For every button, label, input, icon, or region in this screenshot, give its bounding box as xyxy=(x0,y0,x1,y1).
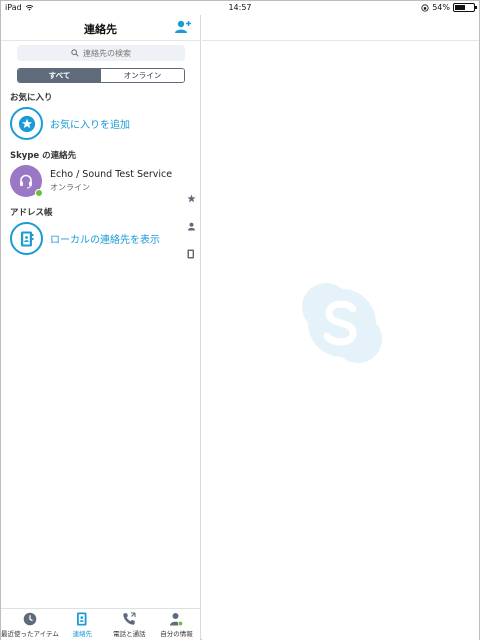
app-screen: iPad 14:57 54% 連絡先 連絡先の検索 すべて オンライン お気に入… xyxy=(0,0,480,640)
contact-status: オンライン xyxy=(50,183,90,192)
tab-calls-label: 電話と通話 xyxy=(113,629,146,638)
tab-recent-label: 最近使ったアイテム xyxy=(1,629,59,638)
bottom-tab-bar: 最近使ったアイテム 連絡先 電話と通話 自分の情報 xyxy=(1,608,200,640)
segment-online[interactable]: オンライン xyxy=(101,69,184,82)
index-address-book-icon[interactable] xyxy=(185,247,197,261)
phone-icon xyxy=(123,611,136,625)
add-favorite-icon-ring xyxy=(10,107,43,140)
tab-contacts-label: 連絡先 xyxy=(72,629,93,638)
tab-contacts[interactable]: 連絡先 xyxy=(59,609,106,640)
address-book-section-label: アドレス帳 xyxy=(10,208,53,218)
contact-name: Echo / Sound Test Service xyxy=(50,169,173,180)
contact-text: Echo / Sound Test Service オンライン xyxy=(50,169,172,193)
skype-logo-icon xyxy=(302,283,382,363)
skype-contacts-section-label: Skype の連絡先 xyxy=(10,151,77,161)
online-presence-dot xyxy=(35,189,43,197)
star-icon xyxy=(18,115,35,132)
contacts-book-icon xyxy=(77,612,87,625)
address-book-icon xyxy=(20,231,33,246)
search-input[interactable]: 連絡先の検索 xyxy=(17,45,185,61)
headset-icon xyxy=(20,174,32,189)
status-time: 14:57 xyxy=(228,3,252,12)
search-icon xyxy=(71,49,79,57)
status-right: 54% xyxy=(421,3,477,12)
detail-pane xyxy=(202,15,479,640)
index-favorites-star-icon[interactable] xyxy=(185,191,197,205)
favorites-section-label: お気に入り xyxy=(10,93,53,103)
index-skype-person-icon[interactable] xyxy=(185,219,197,233)
show-local-contacts-row[interactable]: ローカルの連絡先を表示 xyxy=(10,222,160,255)
person-icon xyxy=(170,612,184,626)
contact-row[interactable]: Echo / Sound Test Service オンライン xyxy=(10,165,172,197)
avatar xyxy=(10,165,43,197)
tab-profile[interactable]: 自分の情報 xyxy=(153,609,200,640)
section-index-rail xyxy=(185,191,197,275)
tab-recent[interactable]: 最近使ったアイテム xyxy=(1,609,59,640)
filter-segmented-control: すべて オンライン xyxy=(17,68,185,83)
battery-percent: 54% xyxy=(432,3,450,12)
add-favorite-row[interactable]: お気に入りを追加 xyxy=(10,107,130,140)
tab-calls[interactable]: 電話と通話 xyxy=(106,609,153,640)
status-bar: iPad 14:57 54% xyxy=(1,1,479,15)
battery-icon xyxy=(453,3,477,12)
contacts-header: 連絡先 xyxy=(1,15,200,41)
search-placeholder: 連絡先の検索 xyxy=(83,48,131,58)
add-favorite-label: お気に入りを追加 xyxy=(50,120,130,131)
page-title: 連絡先 xyxy=(84,23,117,36)
contacts-pane: 連絡先 連絡先の検索 すべて オンライン お気に入り お気に入りを追加 Skyp… xyxy=(1,15,201,640)
battery-fill xyxy=(455,5,465,10)
orientation-lock-icon xyxy=(421,3,429,12)
detail-header xyxy=(202,15,479,41)
address-book-icon-ring xyxy=(10,222,43,255)
segment-all[interactable]: すべて xyxy=(18,69,101,82)
add-contact-icon[interactable] xyxy=(174,19,192,35)
clock-icon xyxy=(23,612,37,625)
show-local-contacts-label: ローカルの連絡先を表示 xyxy=(50,235,160,246)
tab-profile-label: 自分の情報 xyxy=(160,629,193,638)
